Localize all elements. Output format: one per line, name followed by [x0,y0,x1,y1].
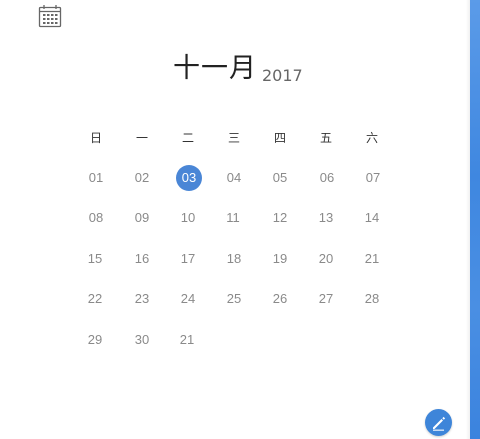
day-cell[interactable]: 09 [129,205,155,231]
day-cell[interactable]: 16 [129,246,155,272]
day-cell[interactable]: 08 [83,205,109,231]
day-cell-selected[interactable]: 03 [176,165,202,191]
day-cell[interactable]: 10 [175,205,201,231]
day-cell[interactable]: 20 [313,246,339,272]
day-cell[interactable]: 15 [82,246,108,272]
day-cell[interactable]: 28 [359,286,385,312]
day-cell[interactable]: 23 [129,286,155,312]
day-cell[interactable]: 24 [175,286,201,312]
day-cell[interactable]: 29 [82,327,108,353]
day-cell[interactable]: 05 [267,165,293,191]
day-cell[interactable]: 27 [313,286,339,312]
day-cell[interactable]: 07 [360,165,386,191]
day-cell[interactable]: 17 [175,246,201,272]
day-cell[interactable]: 13 [313,205,339,231]
day-cell[interactable]: 19 [267,246,293,272]
day-cell[interactable]: 12 [267,205,293,231]
day-cell[interactable]: 21 [174,327,200,353]
day-cell[interactable]: 06 [314,165,340,191]
day-cell[interactable]: 22 [82,286,108,312]
day-cell[interactable]: 30 [129,327,155,353]
day-cell[interactable]: 21 [359,246,385,272]
day-grid: 01 02 03 04 05 06 07 08 09 10 11 12 13 1… [0,0,470,439]
day-cell[interactable]: 18 [221,246,247,272]
day-cell[interactable]: 25 [221,286,247,312]
pencil-icon [433,416,446,431]
side-panel-edge[interactable] [470,0,480,439]
day-cell[interactable]: 26 [267,286,293,312]
day-cell[interactable]: 01 [83,165,109,191]
edit-fab-button[interactable] [425,409,452,436]
day-cell[interactable]: 02 [129,165,155,191]
day-cell[interactable]: 11 [220,205,246,231]
day-cell[interactable]: 04 [221,165,247,191]
day-cell[interactable]: 14 [359,205,385,231]
